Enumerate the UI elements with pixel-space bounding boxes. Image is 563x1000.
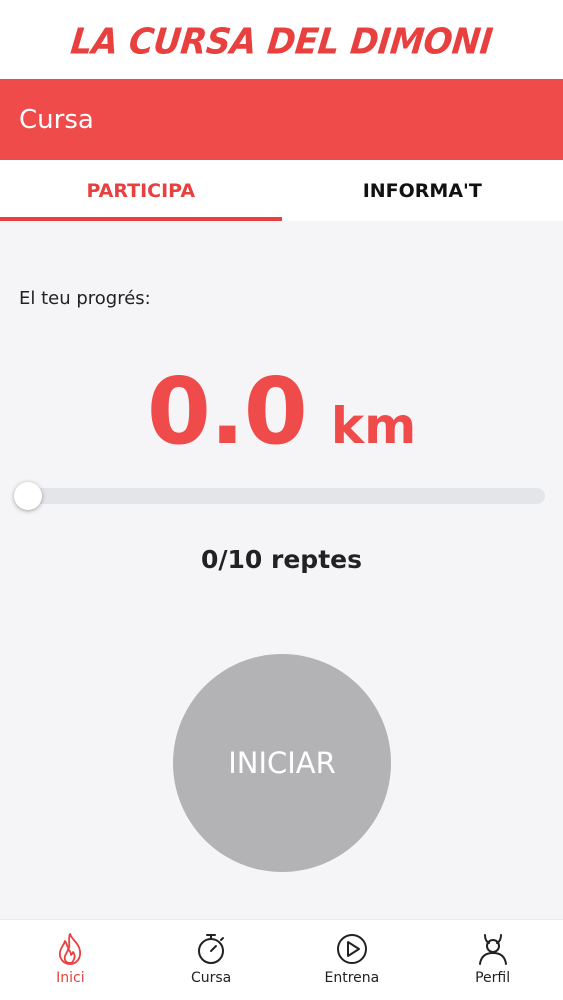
distance-value: 0.0 (146, 358, 308, 465)
bottom-navigation: Inici Cursa Entrena Perfil (0, 919, 563, 1000)
nav-item-perfil[interactable]: Perfil (422, 920, 563, 1000)
devil-profile-icon (476, 932, 510, 966)
app-logo-bar: LA CURSA DEL DIMONI (0, 0, 563, 79)
nav-label-entrena: Entrena (324, 970, 380, 986)
nav-item-inici[interactable]: Inici (0, 920, 141, 1000)
nav-item-cursa[interactable]: Cursa (141, 920, 282, 1000)
page-title: Cursa (19, 104, 94, 135)
start-button[interactable]: INICIAR (173, 654, 391, 872)
nav-label-inici: Inici (56, 970, 85, 986)
nav-label-cursa: Cursa (190, 970, 232, 986)
top-app-bar: Cursa (0, 79, 563, 160)
progress-slider[interactable] (14, 482, 545, 510)
slider-thumb[interactable] (14, 482, 42, 510)
tab-informat[interactable]: INFORMA'T (282, 160, 563, 221)
progress-label: El teu progrés: (19, 288, 151, 309)
flame-icon (53, 932, 87, 966)
distance-unit: km (330, 397, 417, 455)
play-circle-icon (335, 932, 369, 966)
nav-label-perfil: Perfil (475, 970, 511, 986)
distance-display: 0.0 km (0, 358, 563, 465)
slider-track (19, 488, 545, 504)
stopwatch-icon (194, 932, 228, 966)
challenges-count: 0/10 reptes (201, 545, 362, 574)
tab-bar: PARTICIPA INFORMA'T (0, 160, 563, 221)
tab-participa[interactable]: PARTICIPA (0, 160, 282, 221)
app-logo: LA CURSA DEL DIMONI (68, 20, 495, 63)
nav-item-entrena[interactable]: Entrena (282, 920, 423, 1000)
